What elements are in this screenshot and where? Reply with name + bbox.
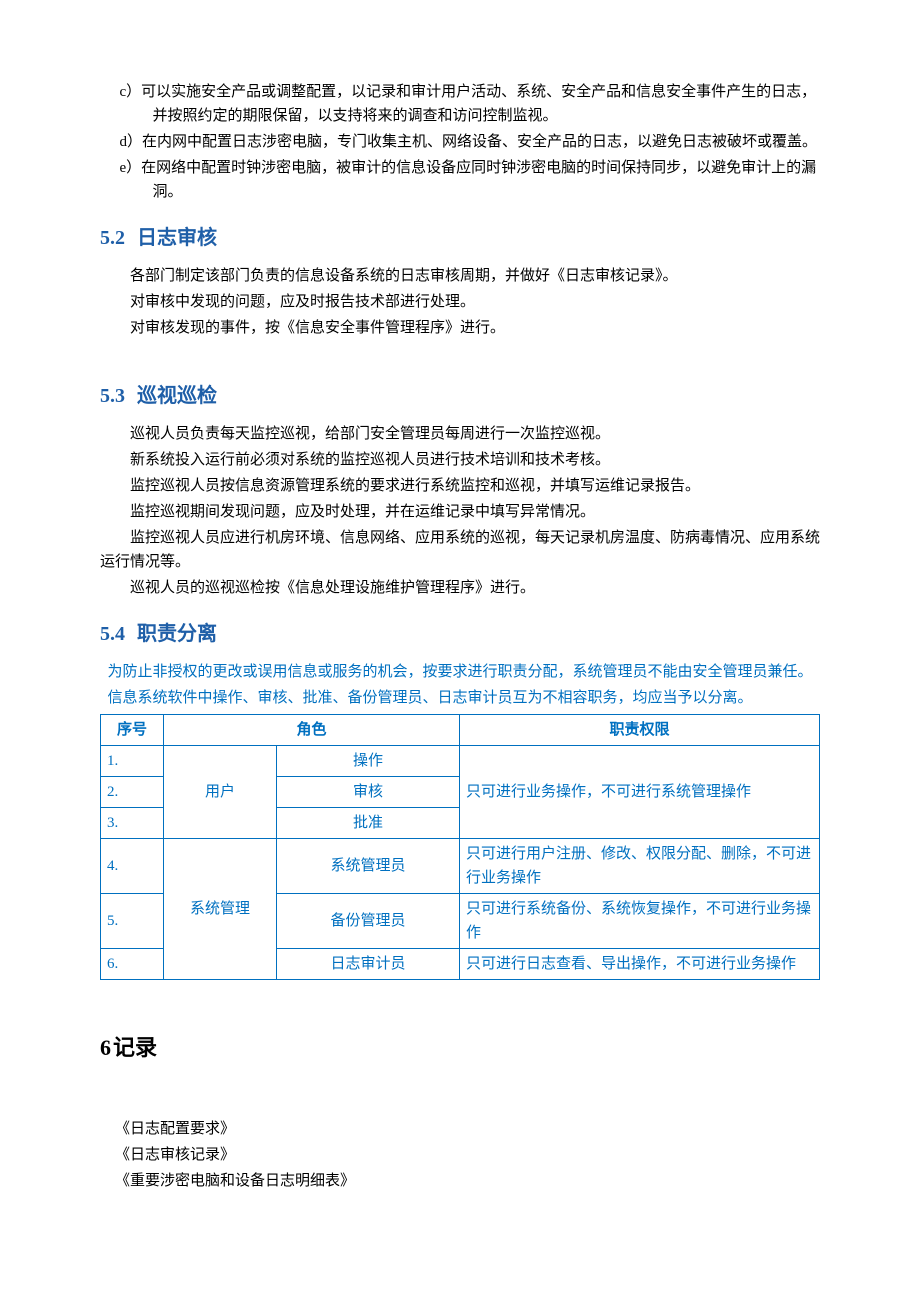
heading-5-3: 5.3 巡视巡检 <box>100 380 820 412</box>
responsibility-table: 序号 角色 职责权限 1. 用户 操作 只可进行业务操作，不可进行系统管理操作 … <box>100 714 820 980</box>
heading-5-4: 5.4 职责分离 <box>100 618 820 650</box>
s53-p1: 巡视人员负责每天监控巡视，给部门安全管理员每周进行一次监控巡视。 <box>100 422 820 446</box>
heading-6: 6记录 <box>100 1030 820 1065</box>
s52-p3: 对审核发现的事件，按《信息安全事件管理程序》进行。 <box>100 316 820 340</box>
heading-5-2-title: 日志审核 <box>137 227 217 249</box>
intro-item-e: e）在网络中配置时钟涉密电脑，被审计的信息设备应同时钟涉密电脑的时间保持同步，以… <box>100 156 820 204</box>
heading-5-4-num: 5.4 <box>100 623 125 645</box>
cell-role: 批准 <box>277 808 460 839</box>
record-item-1: 《日志配置要求》 <box>115 1117 820 1141</box>
s53-p5: 监控巡视人员应进行机房环境、信息网络、应用系统的巡视，每天记录机房温度、防病毒情… <box>100 526 820 574</box>
s53-p6: 巡视人员的巡视巡检按《信息处理设施维护管理程序》进行。 <box>100 576 820 600</box>
heading-6-num: 6 <box>100 1035 111 1060</box>
th-permission: 职责权限 <box>460 715 820 746</box>
s53-p4: 监控巡视期间发现问题，应及时处理，并在运维记录中填写异常情况。 <box>100 500 820 524</box>
cell-seq: 1. <box>101 746 164 777</box>
cell-seq: 6. <box>101 949 164 980</box>
cell-group: 系统管理 <box>164 839 277 980</box>
heading-5-2: 5.2 日志审核 <box>100 222 820 254</box>
cell-role: 系统管理员 <box>277 839 460 894</box>
cell-role: 审核 <box>277 777 460 808</box>
s52-p2: 对审核中发现的问题，应及时报告技术部进行处理。 <box>100 290 820 314</box>
record-item-3: 《重要涉密电脑和设备日志明细表》 <box>115 1169 820 1193</box>
heading-6-title: 记录 <box>113 1035 157 1060</box>
heading-5-3-title: 巡视巡检 <box>137 385 217 407</box>
heading-5-4-title: 职责分离 <box>137 623 217 645</box>
cell-permission: 只可进行系统备份、系统恢复操作，不可进行业务操作 <box>460 894 820 949</box>
cell-seq: 3. <box>101 808 164 839</box>
cell-permission: 只可进行日志查看、导出操作，不可进行业务操作 <box>460 949 820 980</box>
record-item-2: 《日志审核记录》 <box>115 1143 820 1167</box>
heading-5-3-num: 5.3 <box>100 385 125 407</box>
heading-5-2-num: 5.2 <box>100 227 125 249</box>
table-row: 4. 系统管理 系统管理员 只可进行用户注册、修改、权限分配、删除，不可进行业务… <box>101 839 820 894</box>
s54-intro2: 信息系统软件中操作、审核、批准、备份管理员、日志审计员互为不相容职务，均应当予以… <box>100 686 820 710</box>
cell-permission: 只可进行用户注册、修改、权限分配、删除，不可进行业务操作 <box>460 839 820 894</box>
s53-p2: 新系统投入运行前必须对系统的监控巡视人员进行技术培训和技术考核。 <box>100 448 820 472</box>
cell-seq: 4. <box>101 839 164 894</box>
s52-p1: 各部门制定该部门负责的信息设备系统的日志审核周期，并做好《日志审核记录》。 <box>100 264 820 288</box>
intro-item-c: c）可以实施安全产品或调整配置，以记录和审计用户活动、系统、安全产品和信息安全事… <box>100 80 820 128</box>
s53-p3: 监控巡视人员按信息资源管理系统的要求进行系统监控和巡视，并填写运维记录报告。 <box>100 474 820 498</box>
cell-seq: 5. <box>101 894 164 949</box>
table-row: 1. 用户 操作 只可进行业务操作，不可进行系统管理操作 <box>101 746 820 777</box>
cell-role: 备份管理员 <box>277 894 460 949</box>
cell-role: 日志审计员 <box>277 949 460 980</box>
cell-group: 用户 <box>164 746 277 839</box>
cell-seq: 2. <box>101 777 164 808</box>
th-seq: 序号 <box>101 715 164 746</box>
cell-role: 操作 <box>277 746 460 777</box>
cell-permission: 只可进行业务操作，不可进行系统管理操作 <box>460 746 820 839</box>
s54-intro1: 为防止非授权的更改或误用信息或服务的机会，按要求进行职责分配，系统管理员不能由安… <box>100 660 820 684</box>
intro-item-d: d）在内网中配置日志涉密电脑，专门收集主机、网络设备、安全产品的日志，以避免日志… <box>100 130 820 154</box>
th-role: 角色 <box>164 715 460 746</box>
table-header-row: 序号 角色 职责权限 <box>101 715 820 746</box>
